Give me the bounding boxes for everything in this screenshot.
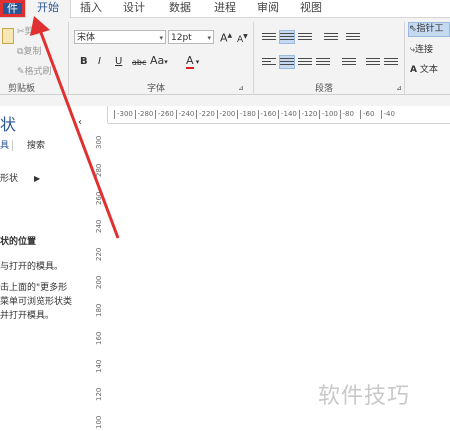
watermark: 软件技巧: [318, 384, 411, 409]
arrow-head: [30, 16, 50, 36]
annotation-arrow: [30, 16, 120, 239]
arrow-shaft: [38, 29, 120, 239]
